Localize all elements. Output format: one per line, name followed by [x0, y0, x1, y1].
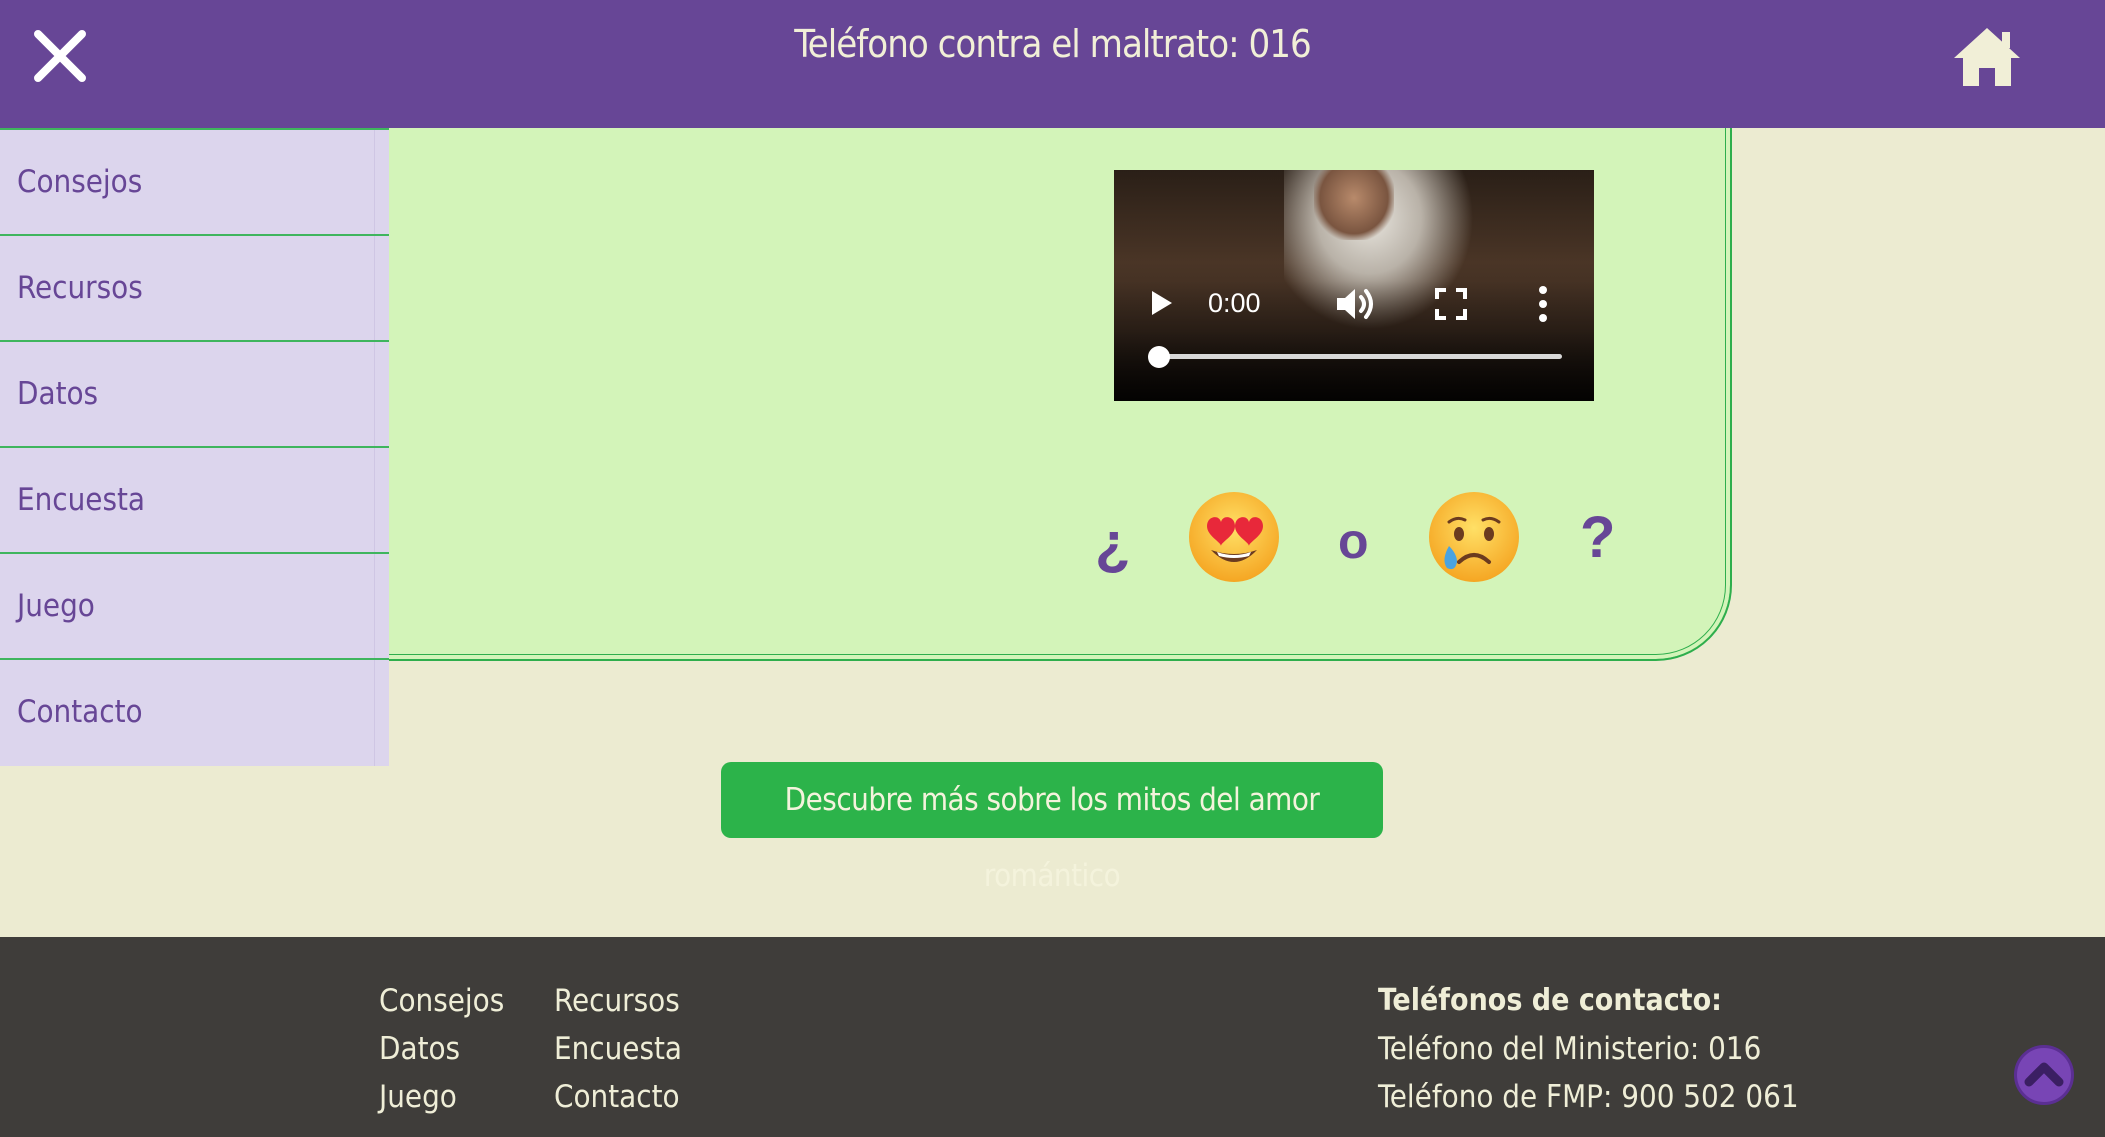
open-question-mark: ¿: [1095, 511, 1131, 576]
heart-eyes-emoji: [1189, 492, 1279, 582]
romantic-myths-button[interactable]: Descubre más sobre los mitos del amor ro…: [721, 762, 1383, 894]
video-time: 0:00: [1208, 288, 1261, 318]
sidebar-item-recursos[interactable]: Recursos: [0, 234, 389, 340]
sidebar-item-encuesta[interactable]: Encuesta: [0, 446, 389, 552]
footer-link-juego[interactable]: Juego: [379, 1079, 457, 1115]
play-icon[interactable]: [1148, 288, 1176, 318]
sidebar-item-juego[interactable]: Juego: [0, 552, 389, 658]
content-card: 0:00 ¿ o ?: [300, 40, 1732, 661]
sidebar-menu: Consejos Recursos Datos Encuesta Juego C…: [0, 128, 389, 766]
contact-phone-ministerio: Teléfono del Ministerio: 016: [1378, 1031, 1762, 1067]
video-frame-detail: [1314, 170, 1394, 240]
volume-icon[interactable]: [1334, 284, 1378, 324]
contact-heading: Teléfonos de contacto:: [1378, 983, 1722, 1018]
footer-link-datos[interactable]: Datos: [379, 1031, 460, 1067]
chevron-up-icon[interactable]: [2014, 1045, 2074, 1105]
footer-link-encuesta[interactable]: Encuesta: [554, 1031, 682, 1067]
home-icon[interactable]: [1950, 24, 2024, 90]
video-progress-thumb[interactable]: [1148, 346, 1170, 368]
footer: Consejos Recursos Datos Encuesta Juego C…: [0, 937, 2105, 1137]
page-title: Teléfono contra el maltrato: 016: [794, 22, 1311, 66]
top-bar: Teléfono contra el maltrato: 016: [0, 0, 2105, 128]
more-options-icon[interactable]: [1538, 285, 1548, 323]
video-progress-bar[interactable]: [1148, 346, 1562, 368]
fullscreen-icon[interactable]: [1434, 287, 1468, 321]
footer-link-consejos[interactable]: Consejos: [379, 983, 504, 1019]
close-question-mark: ?: [1580, 505, 1616, 570]
sidebar-item-consejos[interactable]: Consejos: [0, 128, 389, 234]
contact-phone-fmp: Teléfono de FMP: 900 502 061: [1378, 1079, 1799, 1115]
footer-link-recursos[interactable]: Recursos: [554, 983, 680, 1019]
video-player[interactable]: 0:00: [1114, 170, 1594, 401]
crying-face-emoji: [1429, 492, 1519, 582]
or-word: o: [1338, 513, 1369, 569]
sidebar-item-contacto[interactable]: Contacto: [0, 658, 389, 766]
love-question: ¿ o ?: [1095, 490, 1615, 590]
footer-link-contacto[interactable]: Contacto: [554, 1079, 680, 1115]
sidebar-item-datos[interactable]: Datos: [0, 340, 389, 446]
